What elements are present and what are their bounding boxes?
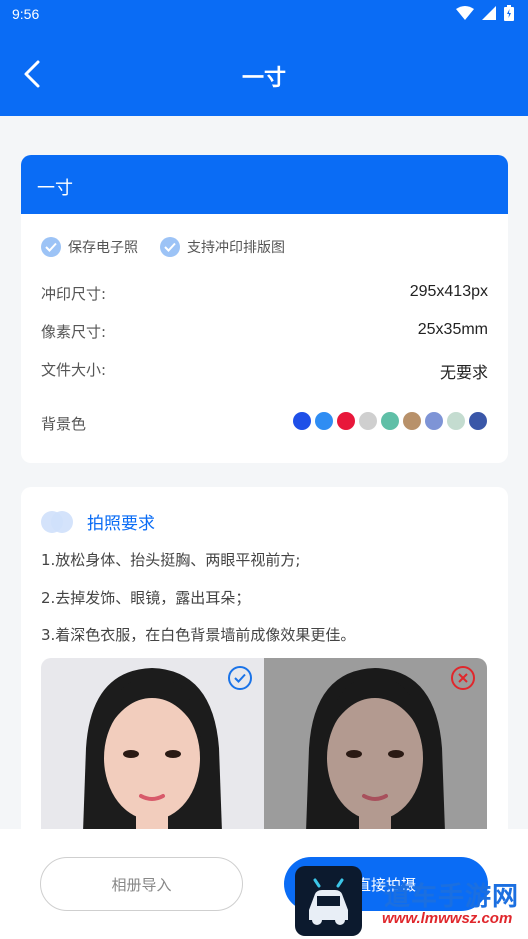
check-icon: [41, 237, 61, 257]
spec-card-header: 一寸: [21, 155, 508, 214]
signal-icon: [482, 6, 496, 20]
battery-icon: [504, 5, 514, 21]
file-size-row: 文件大小: 无要求: [41, 359, 488, 383]
background-color-swatch[interactable]: [469, 412, 487, 430]
print-size-value: 295x413px: [409, 283, 488, 300]
requirement-line: 3.着深色衣服，在白色背景墙前成像效果更佳。: [41, 626, 356, 644]
pixel-size-label: 像素尺寸:: [41, 323, 107, 341]
watermark-text: 道车手游网: [384, 882, 520, 912]
spec-card: 一寸 保存电子照 支持冲印排版图 冲印尺寸: 295x413px 像素尺寸: 2…: [21, 155, 508, 463]
print-size-label: 冲印尺寸:: [41, 285, 107, 303]
bubble-icon: [41, 510, 75, 533]
requirement-line: 1.放松身体、抬头挺胸、两眼平视前方;: [41, 551, 301, 569]
car-icon: [309, 878, 348, 925]
status-time: 9:56: [12, 6, 40, 22]
background-label: 背景色: [41, 415, 87, 433]
correct-check-icon: [228, 666, 252, 690]
feature-save-digital: 保存电子照: [41, 237, 138, 257]
requirements-card: 拍照要求 1.放松身体、抬头挺胸、两眼平视前方; 2.去掉发饰、眼镜，露出耳朵；…: [21, 487, 508, 887]
requirement-line: 2.去掉发饰、眼镜，露出耳朵；: [41, 589, 251, 607]
background-color-swatch[interactable]: [425, 412, 443, 430]
background-color-swatch[interactable]: [359, 412, 377, 430]
requirements-title: 拍照要求: [87, 514, 155, 534]
incorrect-x-icon: [451, 666, 475, 690]
background-color-swatches: [293, 412, 487, 430]
pixel-size-value: 25x35mm: [417, 321, 488, 338]
background-color-swatch[interactable]: [293, 412, 311, 430]
watermark-url: www.lmwwsz.com: [382, 910, 513, 927]
background-color-swatch[interactable]: [447, 412, 465, 430]
watermark-logo: [295, 866, 362, 936]
status-icons: [456, 5, 514, 21]
status-bar: 9:56: [0, 0, 528, 30]
app-bar: 一寸: [0, 30, 528, 116]
file-size-value: 无要求: [439, 365, 488, 382]
print-size-row: 冲印尺寸: 295x413px: [41, 283, 488, 304]
feature-list: 保存电子照 支持冲印排版图: [41, 237, 285, 257]
album-import-button[interactable]: 相册导入: [40, 857, 243, 911]
check-icon: [160, 237, 180, 257]
wifi-icon: [456, 6, 474, 20]
background-color-swatch[interactable]: [403, 412, 421, 430]
feature-label: 支持冲印排版图: [187, 240, 285, 256]
pixel-size-row: 像素尺寸: 25x35mm: [41, 321, 488, 342]
file-size-label: 文件大小:: [41, 361, 107, 379]
feature-print-layout: 支持冲印排版图: [160, 237, 285, 257]
requirements-header: 拍照要求: [41, 509, 155, 534]
background-color-swatch[interactable]: [337, 412, 355, 430]
background-color-swatch[interactable]: [381, 412, 399, 430]
background-color-swatch[interactable]: [315, 412, 333, 430]
feature-label: 保存电子照: [68, 240, 138, 256]
page-title: 一寸: [241, 66, 286, 91]
